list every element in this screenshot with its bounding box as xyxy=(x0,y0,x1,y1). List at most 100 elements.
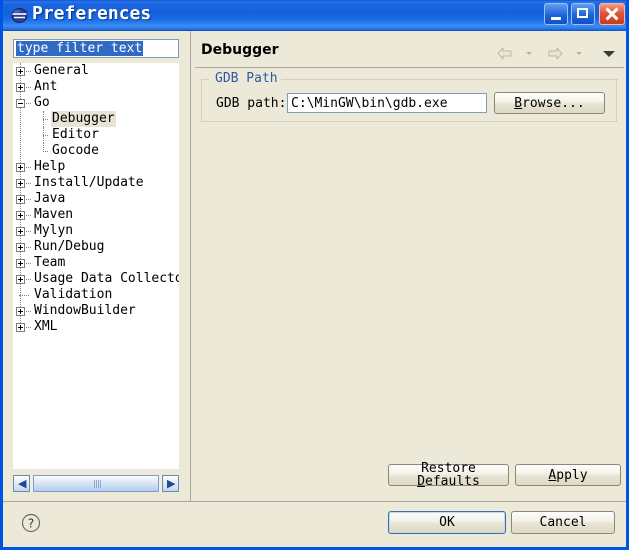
tree-item-label: General xyxy=(33,63,90,79)
close-button[interactable] xyxy=(599,3,625,25)
tree-item-label: Go xyxy=(33,95,51,111)
tree-horizontal-scrollbar[interactable]: ◀ ▶ xyxy=(13,475,179,492)
svg-text:?: ? xyxy=(28,517,34,531)
filter-input-text: type filter text xyxy=(16,41,143,56)
header-separator xyxy=(195,67,624,68)
maximize-button[interactable] xyxy=(571,3,595,25)
scroll-right-button[interactable]: ▶ xyxy=(162,475,179,492)
tree-item-run-debug[interactable]: Run/Debug xyxy=(13,239,179,255)
tree-item-go[interactable]: Go xyxy=(13,95,179,111)
tree-child-line xyxy=(43,127,45,143)
tree-item-usage-data-collector[interactable]: Usage Data Collector xyxy=(13,271,179,287)
tree-item-editor[interactable]: Editor xyxy=(13,127,179,143)
tree-connector-line xyxy=(26,167,31,169)
maximize-icon xyxy=(577,8,588,18)
ok-label: OK xyxy=(439,516,455,529)
tree-item-debugger[interactable]: Debugger xyxy=(13,111,179,127)
chevron-left-icon: ◀ xyxy=(18,478,26,489)
tree-item-install-update[interactable]: Install/Update xyxy=(13,175,179,191)
tree-item-label: Usage Data Collector xyxy=(33,271,179,287)
tree-item-gocode[interactable]: Gocode xyxy=(13,143,179,159)
page-navigation xyxy=(496,43,620,61)
expand-icon[interactable] xyxy=(16,67,25,76)
filter-input[interactable]: type filter text xyxy=(13,39,179,58)
ok-button[interactable]: OK xyxy=(388,511,506,534)
minimize-button[interactable] xyxy=(544,3,568,25)
dialog-footer: ? OK Cancel xyxy=(3,502,626,544)
group-border-left xyxy=(202,79,209,80)
tree-item-label: Mylyn xyxy=(33,223,74,239)
tree-connector-line xyxy=(26,327,31,329)
tree-item-maven[interactable]: Maven xyxy=(13,207,179,223)
expand-icon[interactable] xyxy=(16,227,25,236)
tree-child-line xyxy=(43,111,45,127)
tree-item-label: Debugger xyxy=(51,111,116,127)
tree-connector-line xyxy=(26,231,31,233)
tree-connector-line xyxy=(26,247,31,249)
sash-divider xyxy=(190,31,191,501)
browse-button-label: Browse... xyxy=(514,97,584,110)
expand-icon[interactable] xyxy=(16,83,25,92)
view-menu-icon[interactable] xyxy=(603,51,615,57)
restore-defaults-label: Restore Defaults xyxy=(389,462,508,488)
forward-arrow-icon[interactable] xyxy=(547,46,564,61)
preference-tree-panel: type filter text GeneralAntGoDebuggerEdi… xyxy=(3,31,188,501)
back-dropdown-icon[interactable] xyxy=(526,52,532,55)
cancel-button[interactable]: Cancel xyxy=(511,511,615,534)
expand-icon[interactable] xyxy=(16,211,25,220)
collapse-icon[interactable] xyxy=(16,99,25,108)
expand-icon[interactable] xyxy=(16,179,25,188)
expand-icon[interactable] xyxy=(16,323,25,332)
help-icon[interactable]: ? xyxy=(21,513,41,533)
forward-dropdown-icon[interactable] xyxy=(576,52,582,55)
browse-button[interactable]: Browse... xyxy=(494,92,605,114)
tree-item-validation[interactable]: Validation xyxy=(13,287,179,303)
scrollbar-grip-icon xyxy=(94,480,101,488)
preference-page-panel: Debugger G xyxy=(193,31,626,501)
cancel-label: Cancel xyxy=(540,516,587,529)
tree-item-label: Java xyxy=(33,191,66,207)
tree-item-label: Gocode xyxy=(51,143,100,159)
close-icon xyxy=(600,4,624,24)
tree-item-help[interactable]: Help xyxy=(13,159,179,175)
restore-defaults-button[interactable]: Restore Defaults xyxy=(388,464,509,486)
tree-item-java[interactable]: Java xyxy=(13,191,179,207)
expand-icon[interactable] xyxy=(16,243,25,252)
group-title: GDB Path xyxy=(212,71,281,86)
scroll-left-button[interactable]: ◀ xyxy=(13,475,30,492)
group-border-right xyxy=(265,79,618,80)
gdb-path-input[interactable] xyxy=(287,93,487,113)
tree-connector-line xyxy=(26,215,31,217)
title-bar[interactable]: Preferences xyxy=(3,0,629,31)
tree-item-mylyn[interactable]: Mylyn xyxy=(13,223,179,239)
expand-icon[interactable] xyxy=(16,307,25,316)
tree-item-general[interactable]: General xyxy=(13,63,179,79)
tree-connector-line xyxy=(26,279,31,281)
tree-item-label: Validation xyxy=(33,287,113,303)
scrollbar-thumb[interactable] xyxy=(33,475,159,492)
tree-item-label: WindowBuilder xyxy=(33,303,137,319)
tree-item-team[interactable]: Team xyxy=(13,255,179,271)
gdb-path-group: GDB Path GDB path: Browse... xyxy=(201,79,617,122)
tree-item-label: Editor xyxy=(51,127,100,143)
tree-item-label: Maven xyxy=(33,207,74,223)
tree-connector-line xyxy=(26,103,31,105)
tree-connector-line xyxy=(26,87,31,89)
tree-item-xml[interactable]: XML xyxy=(13,319,179,335)
expand-icon[interactable] xyxy=(16,259,25,268)
tree-item-label: Help xyxy=(33,159,66,175)
chevron-right-icon: ▶ xyxy=(167,478,175,489)
window-title: Preferences xyxy=(32,3,151,24)
dialog-body: type filter text GeneralAntGoDebuggerEdi… xyxy=(3,31,626,544)
tree-item-ant[interactable]: Ant xyxy=(13,79,179,95)
preferences-dialog: Preferences type filter text GeneralAntG… xyxy=(0,0,629,550)
expand-icon[interactable] xyxy=(16,275,25,284)
tree-item-windowbuilder[interactable]: WindowBuilder xyxy=(13,303,179,319)
preference-tree[interactable]: GeneralAntGoDebuggerEditorGocodeHelpInst… xyxy=(13,63,179,469)
gdb-path-label: GDB path: xyxy=(216,96,286,111)
apply-button[interactable]: Apply xyxy=(515,464,621,486)
back-arrow-icon[interactable] xyxy=(496,46,513,61)
expand-icon[interactable] xyxy=(16,163,25,172)
eclipse-globe-icon xyxy=(11,7,28,24)
expand-icon[interactable] xyxy=(16,195,25,204)
